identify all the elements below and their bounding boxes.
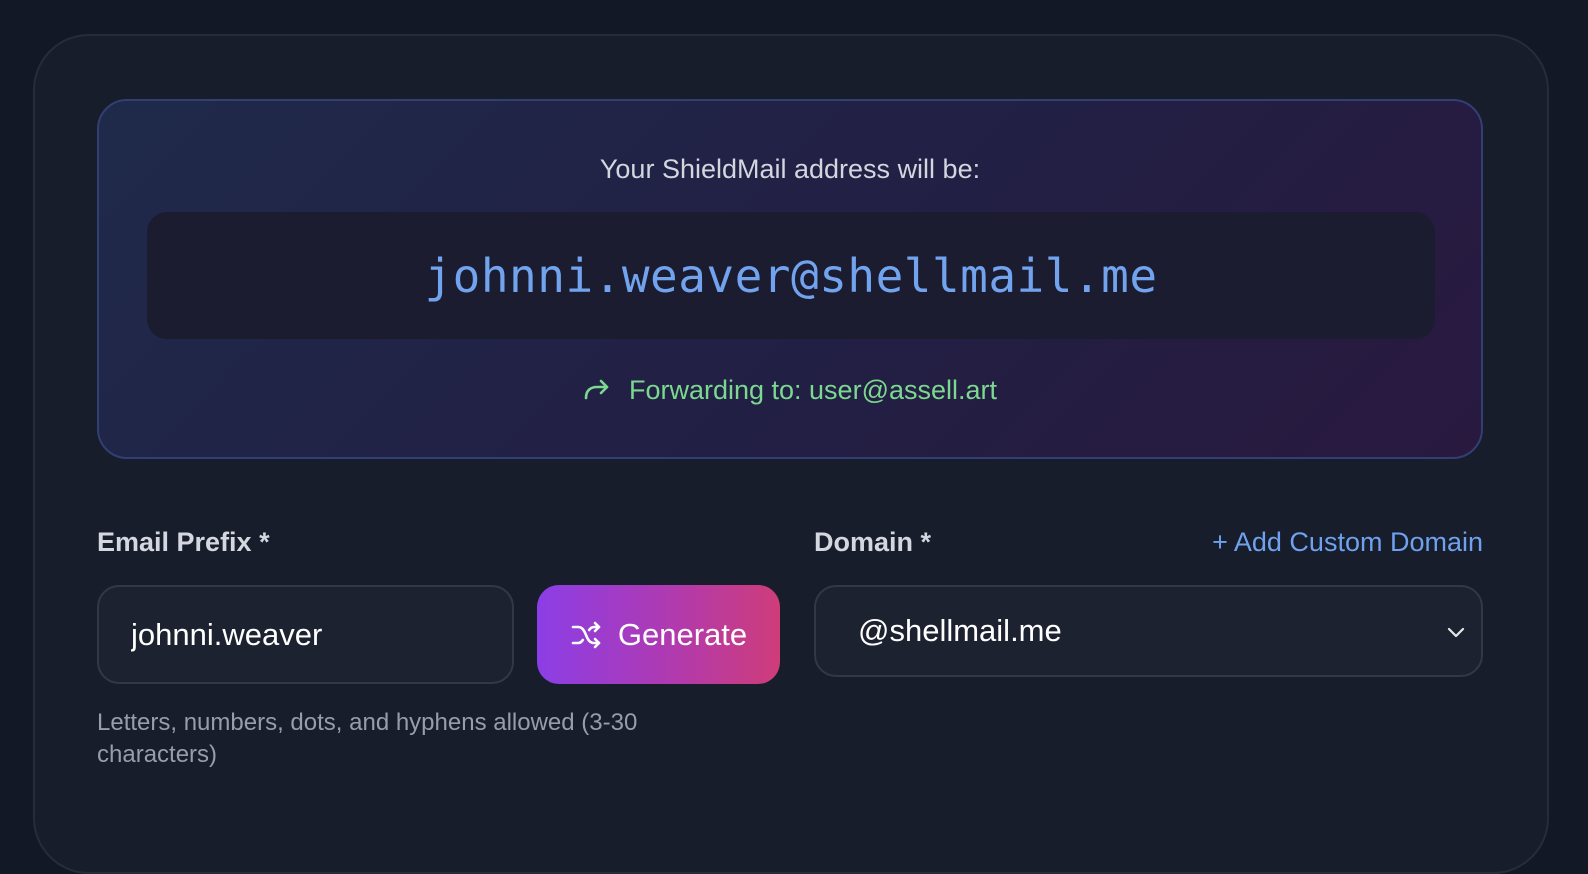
shuffle-icon [570, 619, 602, 651]
generated-address: johnni.weaver@shellmail.me [424, 248, 1158, 303]
arrow-forward-icon [583, 376, 611, 404]
email-prefix-input[interactable] [97, 585, 514, 684]
domain-label: Domain * [814, 527, 932, 557]
preview-label: Your ShieldMail address will be: [599, 154, 981, 184]
email-prefix-label: Email Prefix * [97, 527, 270, 557]
forwarding-text: Forwarding to: user@assell.art [628, 375, 998, 405]
generate-button[interactable]: Generate [537, 585, 780, 684]
address-preview-panel: Your ShieldMail address will be: johnni.… [97, 99, 1483, 459]
address-display: johnni.weaver@shellmail.me [147, 212, 1435, 339]
prefix-helper-text: Letters, numbers, dots, and hyphens allo… [97, 709, 638, 768]
domain-select[interactable]: @shellmail.me [814, 585, 1483, 677]
domain-selected-value: @shellmail.me [858, 613, 1062, 648]
generate-button-label: Generate [617, 616, 748, 652]
add-custom-domain-link[interactable]: + Add Custom Domain [1212, 526, 1483, 558]
forwarding-info: Forwarding to: user@assell.art [99, 373, 1481, 407]
chevron-down-icon [1445, 621, 1467, 643]
